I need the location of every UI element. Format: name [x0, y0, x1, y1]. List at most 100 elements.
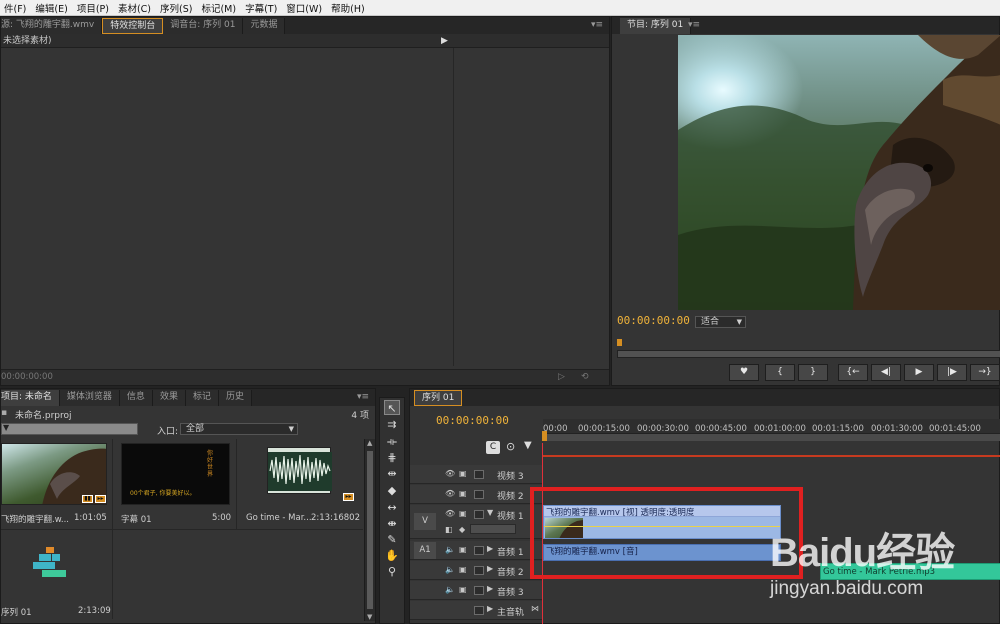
- tab-source[interactable]: 源: 飞翔的雕宇翻.wmv: [1, 18, 103, 34]
- scroll-up-icon[interactable]: ▲: [367, 439, 372, 447]
- go-to-in-button[interactable]: {←: [838, 364, 868, 381]
- menu-help[interactable]: 帮助(H): [327, 1, 370, 15]
- snap-icon[interactable]: C: [486, 441, 500, 454]
- timeline-ruler[interactable]: 00:00 00:00:15:00 00:00:30:00 00:00:45:0…: [542, 419, 1000, 441]
- film-icon[interactable]: ▣: [459, 489, 467, 498]
- go-to-out-button[interactable]: →}: [970, 364, 1000, 381]
- snap-icon[interactable]: ▷: [558, 372, 565, 382]
- lock-box[interactable]: [474, 546, 484, 555]
- eye-icon[interactable]: 👁: [445, 469, 455, 478]
- tab-media-browser[interactable]: 媒体浏览器: [59, 390, 120, 406]
- tab-sequence[interactable]: 序列 01: [414, 390, 463, 406]
- source-patch-v[interactable]: V: [414, 513, 436, 530]
- sync-lock-icon[interactable]: ▣: [459, 585, 467, 594]
- menu-clip[interactable]: 素材(C): [114, 1, 156, 15]
- tab-project[interactable]: 项目: 未命名: [1, 390, 60, 406]
- lock-box[interactable]: [474, 606, 484, 615]
- search-dropdown-icon[interactable]: ▼: [3, 423, 9, 432]
- tab-program[interactable]: 节目: 序列 01: [620, 18, 692, 34]
- slide-tool-icon[interactable]: ⇼: [384, 516, 400, 531]
- tab-info[interactable]: 信息: [119, 390, 153, 406]
- work-area-bar[interactable]: [543, 433, 1000, 441]
- tab-markers[interactable]: 标记: [185, 390, 219, 406]
- loop-icon[interactable]: ⟲: [581, 372, 589, 382]
- step-forward-button[interactable]: |▶: [937, 364, 967, 381]
- panel-menu-icon[interactable]: ▾≡: [357, 392, 369, 402]
- track-video-2[interactable]: 👁 ▣ 视频 2: [410, 485, 543, 504]
- lock-box[interactable]: [474, 510, 484, 519]
- play-button[interactable]: ▶: [904, 364, 934, 381]
- program-zoom-bar[interactable]: [617, 350, 1000, 358]
- expand-triangle-icon[interactable]: ▶: [487, 544, 493, 553]
- marker-icon[interactable]: ▼: [524, 440, 532, 451]
- sync-lock-icon[interactable]: ▣: [459, 545, 467, 554]
- tab-metadata[interactable]: 元数据: [243, 18, 286, 34]
- menu-edit[interactable]: 编辑(E): [31, 1, 72, 15]
- thumbnail-eagle[interactable]: ▮▮ ▸▸: [1, 443, 107, 505]
- source-patch-a[interactable]: A1: [414, 542, 436, 559]
- film-icon[interactable]: ▣: [459, 509, 467, 518]
- lock-box[interactable]: [474, 470, 484, 479]
- tab-effect-controls[interactable]: 特效控制台: [102, 18, 164, 34]
- keyframe-nav[interactable]: [470, 524, 516, 534]
- fit-select[interactable]: 适合 ▼: [695, 316, 746, 328]
- track-video-3[interactable]: 👁 ▣ 视频 3: [410, 465, 543, 484]
- eye-icon[interactable]: 👁: [445, 489, 455, 498]
- playhead-marker-icon[interactable]: [617, 339, 622, 346]
- tab-effects[interactable]: 效果: [152, 390, 186, 406]
- rate-stretch-icon[interactable]: ⇹: [384, 466, 400, 481]
- project-scrollbar[interactable]: ▲ ▼: [364, 439, 375, 621]
- film-icon[interactable]: ▣: [459, 469, 467, 478]
- lock-box[interactable]: [474, 586, 484, 595]
- program-mini-ruler[interactable]: [617, 339, 1000, 346]
- search-input[interactable]: ▼: [1, 423, 138, 435]
- sequence-icon[interactable]: [33, 547, 69, 587]
- expand-triangle-icon[interactable]: ▶: [487, 584, 493, 593]
- add-marker-button[interactable]: ♥: [729, 364, 759, 381]
- scroll-down-icon[interactable]: ▼: [367, 613, 372, 621]
- ripple-edit-icon[interactable]: ⟛: [384, 434, 400, 449]
- step-back-button[interactable]: ◀|: [871, 364, 901, 381]
- playhead-handle-icon[interactable]: [542, 431, 547, 441]
- expand-triangle-icon[interactable]: ▶: [487, 604, 493, 613]
- lock-box[interactable]: [474, 566, 484, 575]
- menu-title[interactable]: 字幕(T): [241, 1, 282, 15]
- program-timecode[interactable]: 00:00:00:00: [617, 314, 690, 327]
- sync-lock-icon[interactable]: ▣: [459, 565, 467, 574]
- thumbnail-audio[interactable]: [267, 447, 332, 494]
- pen-tool-icon[interactable]: ✎: [384, 532, 400, 547]
- menu-window[interactable]: 窗口(W): [282, 1, 327, 15]
- thumbnail-subtitle[interactable]: 你好 世界 00个君子, 你要美好以。: [121, 443, 230, 505]
- timeline-timecode[interactable]: 00:00:00:00: [436, 414, 509, 427]
- track-audio-3[interactable]: 🔈 ▣ ▶ 音频 3: [410, 581, 543, 600]
- scroll-thumb[interactable]: [367, 451, 373, 609]
- speaker-icon[interactable]: 🔈: [445, 565, 455, 574]
- add-marker-icon[interactable]: ⊙: [506, 440, 515, 453]
- play-triangle-icon[interactable]: ▶: [441, 34, 448, 48]
- expand-triangle-icon[interactable]: ▶: [487, 564, 493, 573]
- menu-project[interactable]: 项目(P): [73, 1, 114, 15]
- zoom-tool-icon[interactable]: ⚲: [384, 564, 400, 579]
- lock-box[interactable]: [474, 490, 484, 499]
- panel-menu-icon[interactable]: ▾≡: [591, 20, 603, 30]
- in-select[interactable]: 全部 ▼: [180, 423, 298, 435]
- panel-menu-icon[interactable]: ▾≡: [688, 20, 700, 30]
- output-icon[interactable]: ⋈: [531, 604, 539, 613]
- mark-in-button[interactable]: {: [765, 364, 795, 381]
- track-audio-1[interactable]: A1 🔈 ▣ ▶ 音频 1: [410, 541, 543, 560]
- track-video-1[interactable]: V 👁 ▣ ▼ 视频 1 ◧ ◆: [410, 505, 543, 539]
- selection-tool-icon[interactable]: ↖: [384, 400, 400, 415]
- hand-tool-icon[interactable]: ✋: [384, 548, 400, 563]
- expand-triangle-icon[interactable]: ▼: [487, 508, 493, 517]
- tab-history[interactable]: 历史: [218, 390, 252, 406]
- tab-audio-mixer[interactable]: 调音台: 序列 01: [163, 18, 244, 34]
- keyframe-icon[interactable]: ◆: [459, 525, 465, 534]
- rolling-edit-icon[interactable]: ⋕: [384, 450, 400, 465]
- menu-marker[interactable]: 标记(M): [197, 1, 241, 15]
- eye-icon[interactable]: 👁: [445, 509, 455, 518]
- razor-tool-icon[interactable]: ◆: [384, 483, 400, 498]
- track-select-icon[interactable]: ⇉: [384, 417, 400, 432]
- menu-file[interactable]: 件(F): [0, 1, 31, 15]
- display-style-icon[interactable]: ◧: [445, 525, 453, 534]
- track-master[interactable]: ▶ 主音轨 ⋈: [410, 601, 543, 620]
